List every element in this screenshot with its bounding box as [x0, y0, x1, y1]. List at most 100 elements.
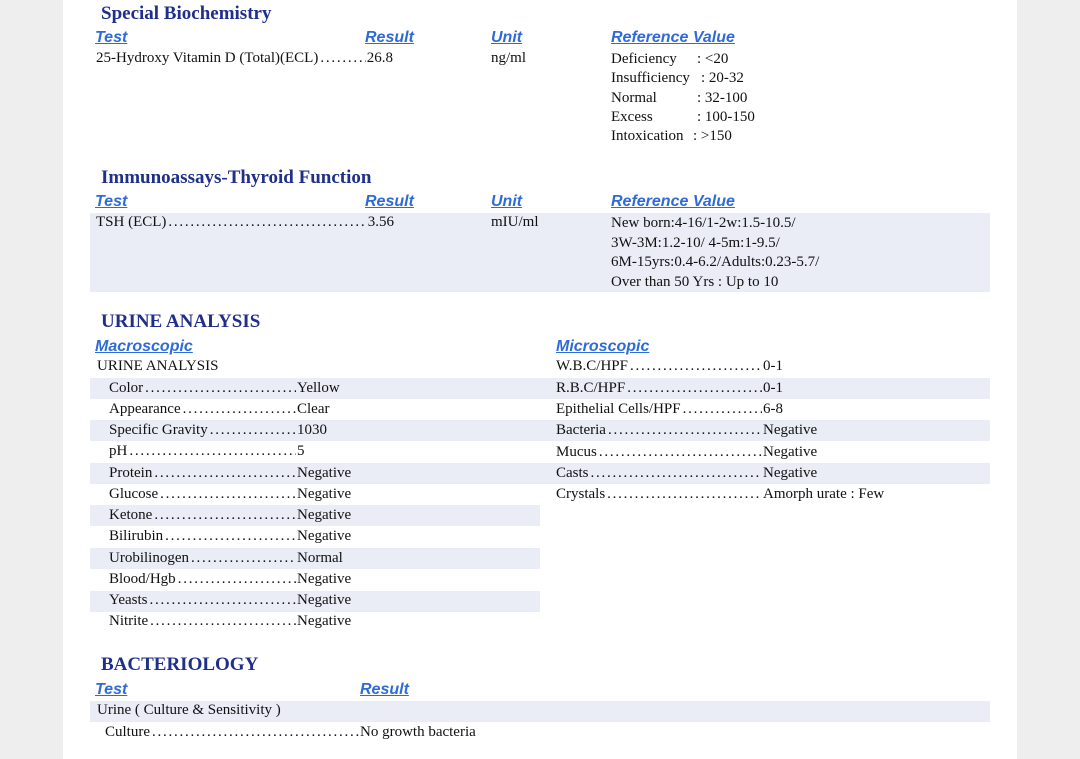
micro-label: Casts — [556, 465, 589, 481]
ref-value: : 100-150 — [697, 108, 755, 125]
special-biochemistry-title: Special Biochemistry — [101, 3, 272, 24]
macro-row-ph: pH 5 — [109, 443, 359, 460]
macro-label: Color — [109, 380, 144, 396]
tsh-reference: New born:4-16/1-2w:1.5-10.5/ 3W-3M:1.2-1… — [611, 214, 819, 292]
vitamin-d-result: 26.8 — [366, 50, 393, 66]
thyroid-header-result: Result — [365, 193, 414, 210]
bacteriology-test-name: Urine ( Culture & Sensitivity ) — [97, 702, 281, 718]
macro-row-blood-hgb: Blood/Hgb Negative — [109, 571, 359, 588]
macro-value: Yellow — [297, 380, 340, 396]
macro-label: Specific Gravity — [109, 422, 208, 438]
ref-line: New born:4-16/1-2w:1.5-10.5/ — [611, 215, 796, 231]
ref-value: : <20 — [697, 51, 729, 67]
vitamin-d-test-name: 25-Hydroxy Vitamin D (Total)(ECL) — [96, 50, 319, 66]
micro-value: Negative — [763, 465, 818, 481]
micro-label: R.B.C/HPF — [556, 380, 626, 396]
micro-row-mucus: Mucus Negative — [556, 444, 896, 461]
macro-value: Negative — [297, 571, 352, 587]
macro-value: Negative — [297, 486, 352, 502]
macro-value: Clear — [297, 401, 330, 417]
vitamin-d-row: 25-Hydroxy Vitamin D (Total)(ECL) 26.8 — [96, 50, 393, 67]
macro-row-ketone: Ketone Negative — [109, 507, 359, 524]
ref-label: Deficiency — [611, 51, 677, 67]
ref-value: : >150 — [693, 128, 732, 145]
bacteriology-header-test: Test — [95, 681, 128, 698]
ref-line: 3W-3M:1.2-10/ 4-5m:1-9.5/ — [611, 234, 780, 251]
macro-row-nitrite: Nitrite Negative — [109, 613, 359, 630]
tsh-result: 3.56 — [367, 214, 394, 230]
micro-value: 0-1 — [763, 380, 783, 396]
macro-label: Nitrite — [109, 613, 149, 629]
macro-row-appearance: Appearance Clear — [109, 401, 359, 418]
macro-label: Ketone — [109, 507, 153, 523]
macro-value: Negative — [297, 507, 352, 523]
micro-label: Epithelial Cells/HPF — [556, 401, 681, 417]
macro-value: Negative — [297, 528, 352, 544]
culture-row: Culture No growth bacteria — [105, 724, 495, 741]
ref-label: Intoxication — [611, 128, 684, 145]
micro-value: Amorph urate : Few — [763, 486, 885, 502]
macro-value: Negative — [297, 465, 352, 481]
macro-label: Blood/Hgb — [109, 571, 176, 587]
macro-row-yeasts: Yeasts Negative — [109, 592, 359, 609]
thyroid-function-title: Immunoassays-Thyroid Function — [101, 167, 372, 188]
special-header-result: Result — [365, 29, 414, 46]
macro-label: Bilirubin — [109, 528, 164, 544]
microscopic-header: Microscopic — [556, 338, 650, 355]
macro-label: Protein — [109, 465, 153, 481]
micro-label: Mucus — [556, 444, 597, 460]
thyroid-header-unit: Unit — [491, 193, 523, 210]
ref-label: Normal — [611, 89, 657, 106]
micro-label: Crystals — [556, 486, 606, 502]
urine-analysis-title: URINE ANALYSIS — [101, 311, 261, 332]
macro-value: 1030 — [297, 422, 327, 438]
macro-row-specific-gravity: Specific Gravity 1030 — [109, 422, 359, 439]
culture-label: Culture — [105, 724, 150, 740]
thyroid-header-reference: Reference Value — [611, 193, 735, 210]
tsh-unit: mIU/ml — [491, 214, 539, 230]
tsh-row: TSH (ECL) 3.56 — [96, 214, 394, 231]
tsh-test-name: TSH (ECL) — [96, 214, 167, 230]
bacteriology-title: BACTERIOLOGY — [101, 654, 259, 675]
macro-label: Urobilinogen — [109, 550, 189, 566]
ref-line: Over than 50 Yrs : Up to 10 — [611, 273, 779, 290]
micro-row-rbc: R.B.C/HPF 0-1 — [556, 380, 896, 397]
vitamin-d-unit: ng/ml — [491, 50, 527, 66]
macro-label: Yeasts — [109, 592, 148, 608]
macro-label: pH — [109, 443, 128, 459]
micro-value: Negative — [763, 444, 818, 460]
ref-value: : 20-32 — [701, 70, 744, 87]
macro-row-glucose: Glucose Negative — [109, 486, 359, 503]
macro-label: Appearance — [109, 401, 181, 417]
ref-label: Insufficiency — [611, 70, 690, 87]
micro-row-casts: Casts Negative — [556, 465, 896, 482]
macro-row-color: Color Yellow — [109, 380, 359, 397]
micro-value: Negative — [763, 422, 818, 438]
ref-label: Excess — [611, 108, 653, 125]
special-header-test: Test — [95, 29, 128, 46]
vitamin-d-reference: Deficiency : <20 Insufficiency : 20-32 Nor… — [611, 50, 755, 146]
micro-row-wbc: W.B.C/HPF 0-1 — [556, 358, 896, 375]
special-header-reference: Reference Value — [611, 29, 735, 46]
macro-row-bilirubin: Bilirubin Negative — [109, 528, 359, 545]
ref-value: : 32-100 — [697, 89, 748, 106]
macro-row-protein: Protein Negative — [109, 465, 359, 482]
macro-value: Negative — [297, 613, 352, 629]
macro-row-urobilinogen: Urobilinogen Normal — [109, 550, 359, 567]
ref-line: 6M-15yrs:0.4-6.2/Adults:0.23-5.7/ — [611, 254, 820, 270]
special-header-unit: Unit — [491, 29, 523, 46]
micro-row-crystals: Crystals Amorph urate : Few — [556, 486, 896, 503]
urine-subtitle: URINE ANALYSIS — [97, 358, 219, 374]
micro-row-bacteria: Bacteria Negative — [556, 422, 896, 439]
culture-value: No growth bacteria — [360, 724, 476, 740]
macro-label: Glucose — [109, 486, 159, 502]
macro-value: 5 — [297, 443, 305, 459]
macroscopic-header: Macroscopic — [95, 338, 193, 355]
micro-value: 6-8 — [763, 401, 783, 417]
micro-value: 0-1 — [763, 358, 783, 374]
thyroid-header-test: Test — [95, 193, 128, 210]
macro-value: Negative — [297, 592, 352, 608]
micro-label: Bacteria — [556, 422, 606, 438]
bacteriology-header-result: Result — [360, 681, 409, 698]
micro-label: W.B.C/HPF — [556, 358, 628, 374]
